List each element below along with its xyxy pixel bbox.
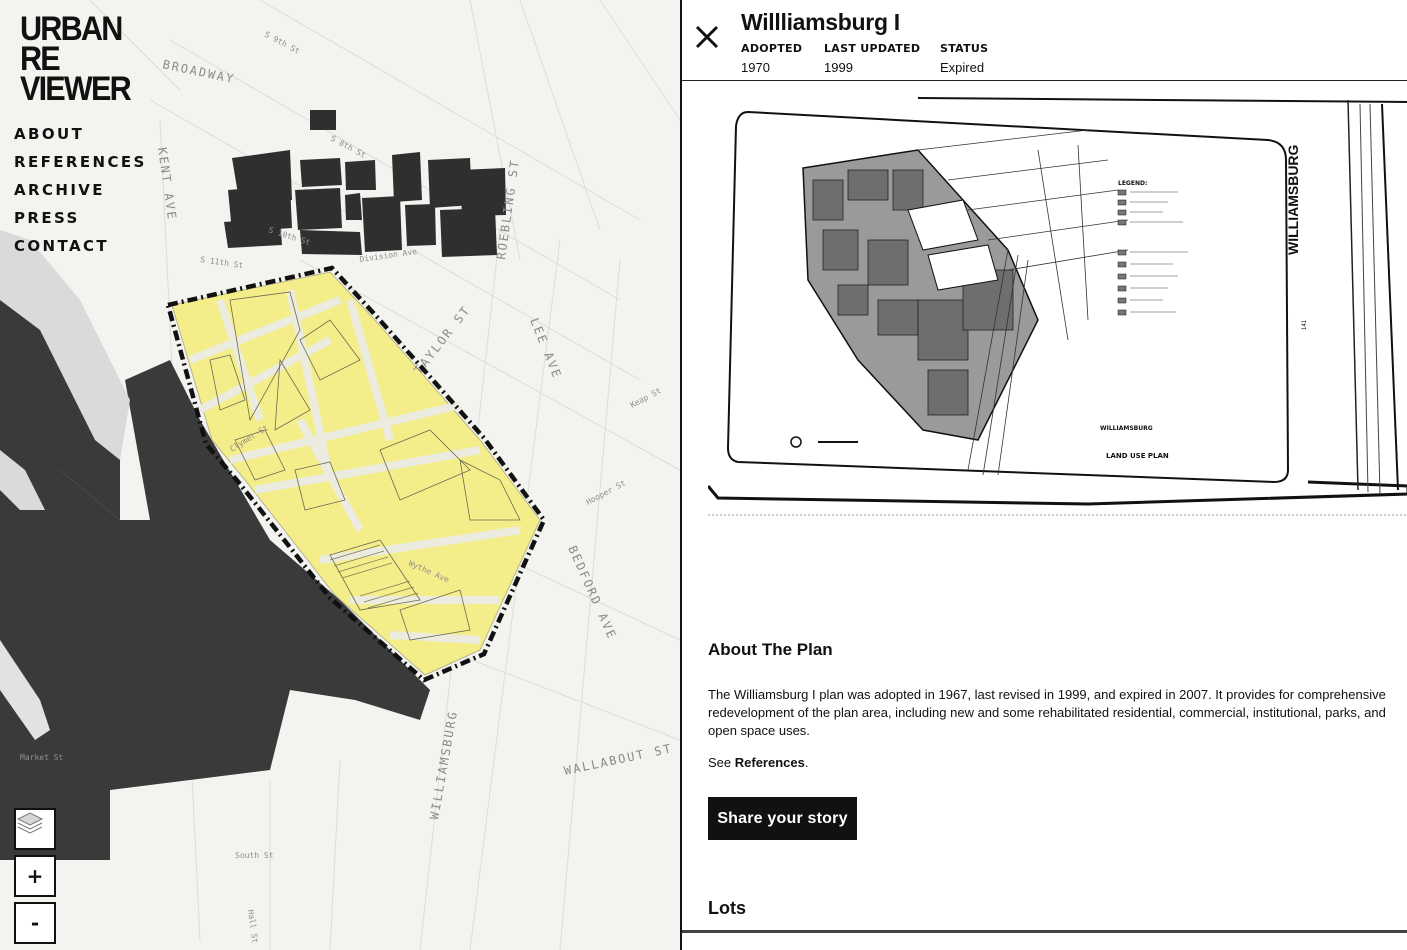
meta-status: STATUS Expired — [940, 42, 988, 75]
meta-last-updated: LAST UPDATED 1999 — [824, 42, 920, 75]
panel-header: Willliamsburg I ADOPTED 1970 LAST UPDATE… — [682, 0, 1407, 81]
nav-press[interactable]: PRESS — [14, 206, 147, 234]
nav-contact[interactable]: CONTACT — [14, 234, 147, 262]
plan-caption-title: WILLIAMSBURG — [1100, 425, 1153, 432]
zoom-in-button[interactable]: + — [14, 855, 56, 897]
about-heading: About The Plan — [708, 640, 833, 659]
see-references-line: See References. — [708, 755, 808, 770]
label-broadway: BROADWAY — [161, 57, 236, 86]
label-keap-st: Keap St — [629, 386, 663, 410]
label-kent-ave: KENT AVE — [155, 146, 179, 221]
plan-legend-title: LEGEND: — [1118, 180, 1147, 187]
plan-page-number: 141 — [1302, 319, 1308, 330]
label-s9th: S 9th St — [263, 30, 301, 56]
main-nav: ABOUT REFERENCES ARCHIVE PRESS CONTACT — [14, 122, 147, 262]
label-s11th: S 11th St — [200, 255, 244, 270]
land-use-plan-drawing: LEGEND: WILLIAMSBURG LAND USE PLAN WILLI… — [708, 97, 1407, 516]
layers-button[interactable] — [14, 808, 56, 850]
label-south-st: South St — [235, 851, 274, 860]
nav-references[interactable]: REFERENCES — [14, 150, 147, 178]
label-williamsburg: WILLIAMSBURG — [427, 709, 460, 820]
label-taylor-st: TAYLOR ST — [411, 303, 473, 377]
see-suffix: . — [804, 755, 809, 770]
meta-status-label: STATUS — [940, 42, 989, 55]
label-hall-st: Hall St — [246, 909, 260, 944]
nav-about[interactable]: ABOUT — [14, 122, 147, 150]
nav-archive[interactable]: ARCHIVE — [14, 178, 147, 206]
meta-adopted-label: ADOPTED — [741, 42, 803, 55]
close-icon[interactable] — [694, 24, 720, 50]
references-link[interactable]: References — [735, 755, 805, 770]
meta-last-updated-value: 1999 — [824, 60, 853, 75]
label-s8th: S 8th St — [329, 134, 367, 160]
plan-title: Willliamsburg I — [741, 9, 900, 35]
label-hooper-st: Hooper St — [585, 478, 628, 506]
zoom-out-button[interactable]: - — [14, 902, 56, 944]
meta-status-value: Expired — [940, 60, 985, 75]
plan-caption-sub: LAND USE PLAN — [1106, 452, 1169, 460]
meta-adopted: ADOPTED 1970 — [741, 42, 802, 75]
plan-detail-panel: Willliamsburg I ADOPTED 1970 LAST UPDATE… — [680, 0, 1407, 950]
meta-adopted-value: 1970 — [741, 60, 770, 75]
label-bedford-ave: BEDFORD AVE — [565, 544, 619, 642]
label-wallabout-st: WALLABOUT ST — [563, 741, 674, 778]
meta-last-updated-label: LAST UPDATED — [824, 42, 921, 55]
share-story-button[interactable]: Share your story — [708, 797, 857, 840]
logo[interactable]: URBAN RE VIEWER — [20, 12, 132, 108]
lots-divider — [682, 930, 1407, 933]
lots-heading: Lots — [708, 898, 746, 918]
land-use-plan-image[interactable]: LEGEND: WILLIAMSBURG LAND USE PLAN WILLI… — [708, 90, 1407, 518]
logo-line-3: VIEWER — [20, 70, 132, 108]
about-text: The Williamsburg I plan was adopted in 1… — [708, 687, 1386, 738]
plan-side-title: WILLIAMSBURG — [1285, 144, 1301, 255]
building-blocks — [224, 110, 506, 257]
see-prefix: See — [708, 755, 735, 770]
map[interactable]: BROADWAY KENT AVE ROEBLING ST TAYLOR ST … — [0, 0, 680, 950]
label-market-st: Market St — [20, 753, 64, 762]
layers-icon — [16, 812, 44, 834]
